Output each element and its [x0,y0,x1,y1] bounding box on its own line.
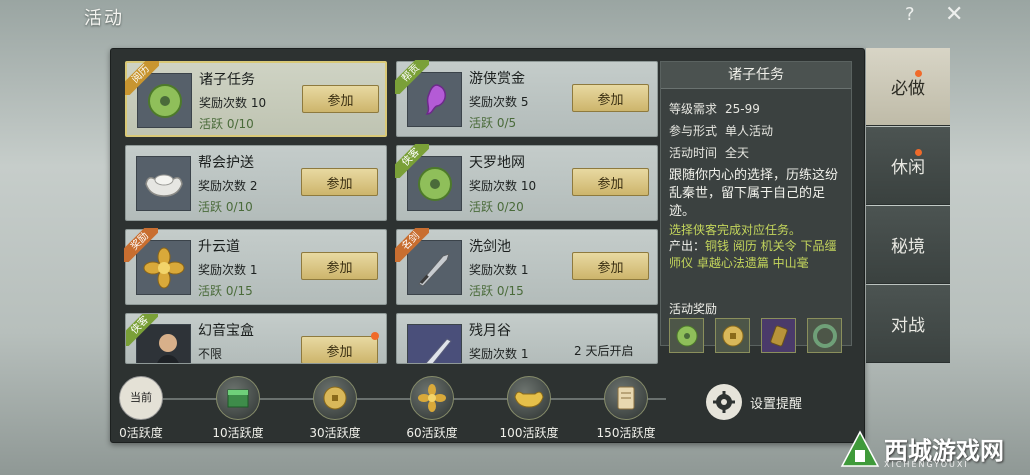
card-title: 游侠赏金 [469,71,525,87]
card-reward: 奖励次数 10 [199,96,267,110]
card-title: 升云道 [198,239,240,255]
join-button[interactable]: 参加 [301,252,378,280]
detail-description: 跟随你内心的选择，历练这纷乱秦世，留下属于自己的足迹。 [669,168,839,219]
top-bar: 活动 ? ✕ [0,0,1030,36]
card-reward: 奖励次数 1 [469,347,529,361]
card-title: 诸子任务 [199,72,255,88]
card-active: 活跃 0/20 [469,200,524,214]
card-title: 天罗地网 [469,155,525,171]
watermark-sub: XICHENGYOUXI [884,460,969,469]
card-reward: 奖励次数 1 [469,263,529,277]
jade-coin-icon[interactable] [669,318,704,353]
level-row: 等级需求 25-99 [669,102,760,116]
card-reward: 奖励次数 10 [469,179,537,193]
tag-badge: 侠客 [126,314,158,346]
watermark-logo-icon [840,430,880,467]
join-button[interactable]: 参加 [572,168,649,196]
activity-card-banghui[interactable]: 帮会护送 奖励次数 2 活跃 0/10 参加 [125,145,387,221]
join-button[interactable]: 参加 [301,336,378,363]
join-button[interactable]: 参加 [302,85,379,113]
activity-card-huanyin[interactable]: 侠客 幻音宝盒 不限 参加 [125,313,387,364]
gold-ingot-icon [507,376,551,420]
gold-coin-icon[interactable] [715,318,750,353]
milestone-150[interactable]: 150活跃度 [596,376,656,441]
milestone-10[interactable]: 10活跃度 [208,376,268,441]
settings-label[interactable]: 设置提醒 [750,393,802,412]
milestone-30[interactable]: 30活跃度 [305,376,365,441]
site-watermark: 西城游戏网 XICHENGYOUXI [838,427,1028,473]
milestone-60[interactable]: 60活跃度 [402,376,462,441]
card-title: 帮会护送 [198,155,254,171]
gear-icon[interactable] [706,384,742,420]
activity-panel: 阅历 诸子任务 奖励次数 10 活跃 0/10 参加 帮贡 游侠赏金 奖励次数 … [110,48,865,443]
card-reward: 奖励次数 2 [198,179,258,193]
purple-token-icon[interactable] [761,318,796,353]
help-icon[interactable]: ? [905,4,915,25]
close-icon[interactable]: ✕ [945,2,963,27]
window-title: 活动 [84,8,124,29]
blade-icon [407,324,462,363]
card-active: 活跃 0/10 [198,200,253,214]
jade-box-icon [216,376,260,420]
card-reward: 不限 [198,347,223,361]
scroll-icon [604,376,648,420]
activity-card-zhuzi[interactable]: 阅历 诸子任务 奖励次数 10 活跃 0/10 参加 [125,61,387,137]
activity-card-canyue[interactable]: 残月谷 奖励次数 1 2 天后开启 [396,313,658,364]
card-reward: 奖励次数 1 [198,263,258,277]
tag-badge: 阅历 [125,61,159,95]
reminder-setting[interactable]: 设置提醒 [706,384,846,424]
activity-progress: 当前 0活跃度 10活跃度 30活跃度 60活跃度 100活跃度 150活跃度 … [111,372,866,444]
tag-badge: 侠客 [395,144,429,178]
activity-detail: 诸子任务 等级需求 25-99 参与形式 单人活动 活动时间 全天 跟随你内心的选择，… [660,61,852,353]
join-button[interactable]: 参加 [301,168,378,196]
open-countdown: 2 天后开启 [574,344,634,358]
detail-hint: 选择侠客完成对应任务。 [669,223,802,237]
detail-title: 诸子任务 [661,62,851,89]
activity-card-shengyun[interactable]: 奖励 升云道 奖励次数 1 活跃 0/15 参加 [124,228,387,305]
card-title: 洗剑池 [469,239,511,255]
jade-ring-icon[interactable] [807,318,842,353]
tab-mijing[interactable]: 秘境 [866,206,950,284]
activity-card-tianluo[interactable]: 侠客 天罗地网 奖励次数 10 活跃 0/20 参加 [395,144,658,221]
card-title: 残月谷 [469,323,511,339]
notification-dot [915,70,922,77]
reward-label: 活动奖励 [669,302,718,316]
card-active: 活跃 0/15 [198,284,253,298]
tag-badge: 帮贡 [395,60,429,94]
mode-row: 参与形式 单人活动 [669,124,774,138]
card-active: 活跃 0/10 [199,117,254,131]
time-row: 活动时间 全天 [669,146,750,160]
milestone-100[interactable]: 100活跃度 [499,376,559,441]
card-title: 幻音宝盒 [198,323,254,339]
gold-flower-icon [410,376,454,420]
gold-coin-icon [313,376,357,420]
notification-dot [371,332,379,340]
tab-duizhan[interactable]: 对战 [866,285,950,363]
activity-card-youxia[interactable]: 帮贡 游侠赏金 奖励次数 5 活跃 0/5 参加 [395,60,658,137]
join-button[interactable]: 参加 [572,252,649,280]
silver-ingot-icon [136,156,191,211]
activity-card-xijian[interactable]: 名剑 洗剑池 奖励次数 1 活跃 0/15 参加 [395,228,658,305]
join-button[interactable]: 参加 [572,84,649,112]
card-active: 活跃 0/5 [469,116,517,130]
tab-xiuxian[interactable]: 休闲 [866,127,950,205]
card-active: 活跃 0/15 [469,284,524,298]
card-reward: 奖励次数 5 [469,95,529,109]
tab-bizuo[interactable]: 必做 [866,48,950,126]
current-marker: 当前 [119,376,163,420]
tag-badge: 名剑 [395,228,429,262]
tag-badge: 奖励 [124,228,158,262]
milestone-0: 当前 0活跃度 [111,376,171,441]
notification-dot [915,149,922,156]
detail-output: 产出：铜钱 阅历 机关令 下品缰师仪 卓越心法遗篇 中山毫 [669,239,837,270]
